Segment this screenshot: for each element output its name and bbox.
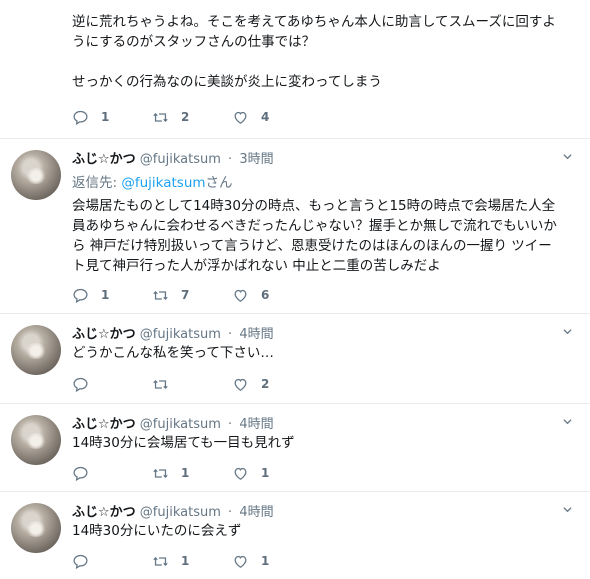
tweet-header: ふじ☆かつ @fujikatsum · 4時間 bbox=[72, 323, 274, 342]
reply-icon bbox=[73, 466, 88, 481]
timestamp[interactable]: 4時間 bbox=[239, 505, 273, 520]
like-icon bbox=[234, 289, 247, 302]
retweet-button[interactable]: 2 bbox=[152, 109, 232, 126]
like-icon bbox=[234, 555, 247, 568]
like-button[interactable]: 2 bbox=[232, 376, 312, 393]
reply-button[interactable] bbox=[72, 376, 152, 393]
timestamp[interactable]: 4時間 bbox=[239, 327, 273, 342]
reply-count: 1 bbox=[101, 288, 110, 302]
tweet-line: 員あゆちゃんに会わせるべきだったんじゃない？握手とか無しで流れでもいいか bbox=[72, 218, 557, 234]
like-count: 2 bbox=[261, 377, 270, 391]
tweet-text: 逆に荒れちゃうよね。そこを考えてあゆちゃん本人に助言してスムーズに回すよ うにす… bbox=[72, 12, 580, 92]
reply-icon bbox=[73, 288, 88, 303]
like-button[interactable]: 4 bbox=[232, 109, 312, 126]
retweet-count: 1 bbox=[181, 554, 190, 568]
retweet-button[interactable]: 1 bbox=[152, 465, 232, 482]
retweet-icon bbox=[153, 468, 168, 478]
user-handle[interactable]: @fujikatsum bbox=[140, 417, 221, 432]
like-button[interactable]: 1 bbox=[232, 553, 312, 570]
retweet-count: 2 bbox=[181, 110, 190, 124]
caret-down-icon[interactable] bbox=[563, 505, 572, 514]
user-handle[interactable]: @fujikatsum bbox=[140, 505, 221, 520]
separator-dot: · bbox=[228, 327, 233, 342]
tweet-3[interactable]: ふじ☆かつ @fujikatsum · 4時間 どうかこんな私を笑って下さい… … bbox=[0, 313, 590, 404]
reply-to-user-link[interactable]: @fujikatsum bbox=[121, 175, 205, 191]
like-button[interactable]: 6 bbox=[232, 287, 312, 304]
like-count: 1 bbox=[261, 466, 270, 480]
retweet-count: 1 bbox=[181, 466, 190, 480]
tweet-header: ふじ☆かつ @fujikatsum · 4時間 bbox=[72, 501, 274, 520]
tweet-text: 会場居たものとして14時30分の時点、もっと言うと15時の時点で会場居た人全 員… bbox=[72, 196, 580, 276]
tweet-line: ト見て神戸行った人が浮かばれない 中止と二重の苦しみだよ bbox=[72, 258, 441, 274]
reply-button[interactable]: 1 bbox=[72, 109, 152, 126]
tweet-1[interactable]: 逆に荒れちゃうよね。そこを考えてあゆちゃん本人に助言してスムーズに回すよ うにす… bbox=[0, 0, 590, 139]
tweet-2[interactable]: ふじ☆かつ @fujikatsum · 3時間 返信先: @fujikatsum… bbox=[0, 138, 590, 314]
user-handle[interactable]: @fujikatsum bbox=[140, 327, 221, 342]
caret-down-icon[interactable] bbox=[563, 417, 572, 426]
caret-down-icon[interactable] bbox=[563, 327, 572, 336]
caret-down-icon[interactable] bbox=[563, 152, 572, 161]
tweet-line: ら 神戸だけ特別扱いって言うけど、恩恵受けたのはほんのほんの一握り ツイー bbox=[72, 238, 552, 254]
like-icon bbox=[234, 111, 247, 124]
retweet-button[interactable] bbox=[152, 376, 232, 393]
reply-count: 1 bbox=[101, 110, 110, 124]
user-handle[interactable]: @fujikatsum bbox=[140, 152, 221, 167]
tweet-text: どうかこんな私を笑って下さい… bbox=[72, 343, 580, 363]
retweet-icon bbox=[153, 556, 168, 566]
avatar[interactable] bbox=[11, 503, 61, 553]
display-name[interactable]: ふじ☆かつ bbox=[72, 152, 136, 167]
tweet-line: うにするのがスタッフさんの仕事では？ bbox=[72, 34, 316, 50]
like-count: 6 bbox=[261, 288, 270, 302]
tweet-text: 14時30分にいたのに会えず bbox=[72, 521, 580, 541]
retweet-icon bbox=[153, 112, 168, 122]
reply-icon bbox=[73, 110, 88, 125]
timestamp[interactable]: 3時間 bbox=[239, 152, 273, 167]
like-button[interactable]: 1 bbox=[232, 465, 312, 482]
tweet-actions: 1 1 bbox=[72, 551, 312, 571]
like-count: 1 bbox=[261, 554, 270, 568]
retweet-button[interactable]: 7 bbox=[152, 287, 232, 304]
tweet-line: 会場居たものとして14時30分の時点、もっと言うと15時の時点で会場居た人全 bbox=[72, 198, 556, 214]
retweet-icon bbox=[153, 290, 168, 300]
tweet-5[interactable]: ふじ☆かつ @fujikatsum · 4時間 14時30分にいたのに会えず 1… bbox=[0, 491, 590, 579]
like-icon bbox=[234, 467, 247, 480]
separator-dot: · bbox=[228, 505, 233, 520]
retweet-count: 7 bbox=[181, 288, 190, 302]
display-name[interactable]: ふじ☆かつ bbox=[72, 505, 136, 520]
retweet-icon bbox=[153, 379, 168, 389]
tweet-line: せっかくの行為なのに美談が炎上に変わってしまう bbox=[72, 74, 382, 90]
tweet-line: 14時30分にいたのに会えず bbox=[72, 523, 242, 539]
reply-suffix: さん bbox=[205, 175, 233, 191]
tweet-text: 14時30分に会場居ても一目も見れず bbox=[72, 433, 580, 453]
reply-prefix: 返信先: bbox=[72, 175, 122, 191]
reply-icon bbox=[73, 554, 88, 569]
retweet-button[interactable]: 1 bbox=[152, 553, 232, 570]
reply-button[interactable] bbox=[72, 465, 152, 482]
avatar[interactable] bbox=[11, 325, 61, 375]
reply-icon bbox=[73, 377, 88, 392]
tweet-actions: 1 7 6 bbox=[72, 285, 312, 305]
separator-dot: · bbox=[228, 417, 233, 432]
display-name[interactable]: ふじ☆かつ bbox=[72, 327, 136, 342]
tweet-header: ふじ☆かつ @fujikatsum · 3時間 bbox=[72, 148, 274, 167]
tweet-actions: 1 2 4 bbox=[72, 107, 312, 127]
tweet-4[interactable]: ふじ☆かつ @fujikatsum · 4時間 14時30分に会場居ても一目も見… bbox=[0, 403, 590, 492]
tweet-actions: 1 1 bbox=[72, 463, 312, 483]
separator-dot: · bbox=[228, 152, 233, 167]
like-icon bbox=[234, 378, 247, 391]
reply-context: 返信先: @fujikatsumさん bbox=[72, 171, 233, 191]
tweet-line: どうかこんな私を笑って下さい… bbox=[72, 345, 274, 361]
reply-button[interactable]: 1 bbox=[72, 287, 152, 304]
reply-button[interactable] bbox=[72, 553, 152, 570]
timestamp[interactable]: 4時間 bbox=[239, 417, 273, 432]
display-name[interactable]: ふじ☆かつ bbox=[72, 417, 136, 432]
avatar[interactable] bbox=[11, 150, 61, 200]
tweet-line: 逆に荒れちゃうよね。そこを考えてあゆちゃん本人に助言してスムーズに回すよ bbox=[72, 14, 556, 30]
tweet-actions: 2 bbox=[72, 374, 312, 394]
tweet-line: 14時30分に会場居ても一目も見れず bbox=[72, 435, 295, 451]
like-count: 4 bbox=[261, 110, 270, 124]
tweet-header: ふじ☆かつ @fujikatsum · 4時間 bbox=[72, 413, 274, 432]
avatar[interactable] bbox=[11, 415, 61, 465]
